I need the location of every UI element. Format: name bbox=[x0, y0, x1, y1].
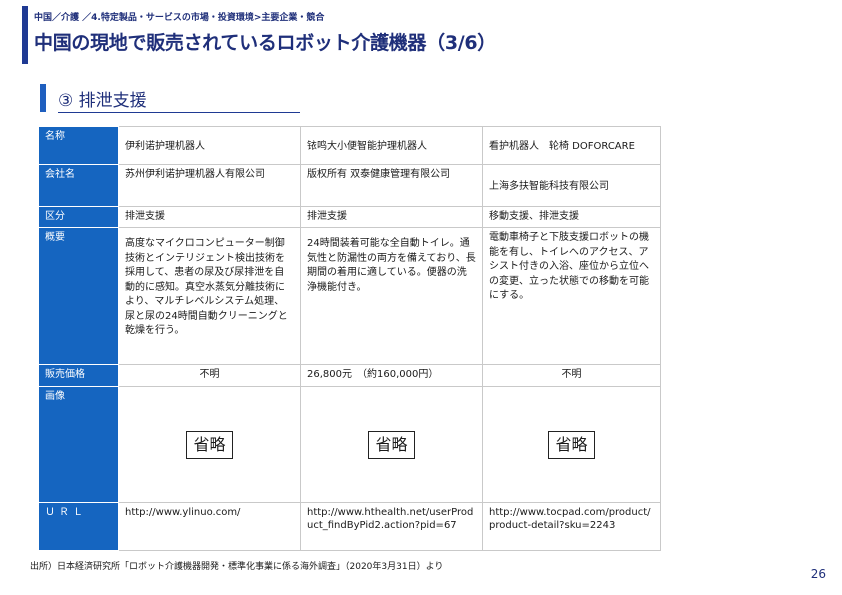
header-accent-bar bbox=[22, 6, 28, 64]
product-3-url: http://www.tocpad.com/product/product-de… bbox=[482, 502, 661, 551]
page-number: 26 bbox=[810, 567, 826, 581]
table-row-image: 画像 省略 省略 省略 bbox=[38, 386, 661, 503]
product-1-name: 伊利诺护理机器人 bbox=[118, 126, 301, 165]
product-2-name: 铱鸣大小便智能护理机器人 bbox=[300, 126, 483, 165]
product-1-category: 排泄支援 bbox=[118, 206, 301, 228]
product-table: 名称 伊利诺护理机器人 铱鸣大小便智能护理机器人 看护机器人 轮椅 DOFORC… bbox=[38, 126, 661, 551]
product-3-name: 看护机器人 轮椅 DOFORCARE bbox=[482, 126, 661, 165]
product-2-image: 省略 bbox=[300, 386, 483, 503]
section-accent-bar bbox=[40, 84, 46, 112]
table-row-name: 名称 伊利诺护理机器人 铱鸣大小便智能护理机器人 看护机器人 轮椅 DOFORC… bbox=[38, 126, 661, 165]
row-label-url: ＵＲＬ bbox=[38, 502, 119, 551]
row-label-image: 画像 bbox=[38, 386, 119, 503]
product-3-price: 不明 bbox=[482, 364, 661, 387]
product-3-overview: 電動車椅子と下肢支援ロボットの機能を有し、トイレへのアクセス、アシスト付きの入浴… bbox=[482, 227, 661, 365]
product-1-url-link[interactable]: http://www.ylinuo.com/ bbox=[125, 507, 240, 518]
product-3-category: 移動支援、排泄支援 bbox=[482, 206, 661, 228]
table-row-company: 会社名 苏州伊利诺护理机器人有限公司 版权所有 双泰健康管理有限公司 上海多扶智… bbox=[38, 164, 661, 207]
product-1-image: 省略 bbox=[118, 386, 301, 503]
product-2-company: 版权所有 双泰健康管理有限公司 bbox=[300, 164, 483, 207]
product-2-url: http://www.hthealth.net/userProduct_find… bbox=[300, 502, 483, 551]
product-3-image: 省略 bbox=[482, 386, 661, 503]
product-1-price: 不明 bbox=[118, 364, 301, 387]
row-label-category: 区分 bbox=[38, 206, 119, 228]
section-title: ③ 排泄支援 bbox=[58, 91, 147, 111]
section-underline bbox=[58, 112, 300, 113]
table-row-overview: 概要 高度なマイクロコンピューター制御技術とインテリジェント検出技術を採用して、… bbox=[38, 227, 661, 365]
product-2-price: 26,800元 （約160,000円） bbox=[300, 364, 483, 387]
image-omitted-label: 省略 bbox=[186, 431, 233, 459]
product-1-overview: 高度なマイクロコンピューター制御技術とインテリジェント検出技術を採用して、患者の… bbox=[118, 227, 301, 365]
table-row-category: 区分 排泄支援 排泄支援 移動支援、排泄支援 bbox=[38, 206, 661, 228]
product-2-category: 排泄支援 bbox=[300, 206, 483, 228]
image-omitted-label: 省略 bbox=[368, 431, 415, 459]
page-title: 中国の現地で販売されているロボット介護機器（3/6） bbox=[34, 32, 497, 54]
table-row-url: ＵＲＬ http://www.ylinuo.com/ http://www.ht… bbox=[38, 502, 661, 551]
product-3-url-link[interactable]: http://www.tocpad.com/product/product-de… bbox=[489, 507, 651, 531]
source-note: 出所）日本経済研究所「ロボット介護機器開発・標準化事業に係る海外調査」（2020… bbox=[30, 562, 444, 572]
product-2-overview: 24時間装着可能な全自動トイレ。通気性と防漏性の両方を備えており、長期間の着用に… bbox=[300, 227, 483, 365]
row-label-overview: 概要 bbox=[38, 227, 119, 365]
product-1-company: 苏州伊利诺护理机器人有限公司 bbox=[118, 164, 301, 207]
product-1-url: http://www.ylinuo.com/ bbox=[118, 502, 301, 551]
row-label-price: 販売価格 bbox=[38, 364, 119, 387]
product-2-url-link[interactable]: http://www.hthealth.net/userProduct_find… bbox=[307, 507, 473, 531]
product-3-company: 上海多扶智能科技有限公司 bbox=[482, 164, 661, 207]
row-label-name: 名称 bbox=[38, 126, 119, 165]
image-omitted-label: 省略 bbox=[548, 431, 595, 459]
table-row-price: 販売価格 不明 26,800元 （約160,000円） 不明 bbox=[38, 364, 661, 387]
breadcrumb: 中国／介護 ／4.特定製品・サービスの市場・投資環境>主要企業・競合 bbox=[34, 13, 325, 23]
row-label-company: 会社名 bbox=[38, 164, 119, 207]
